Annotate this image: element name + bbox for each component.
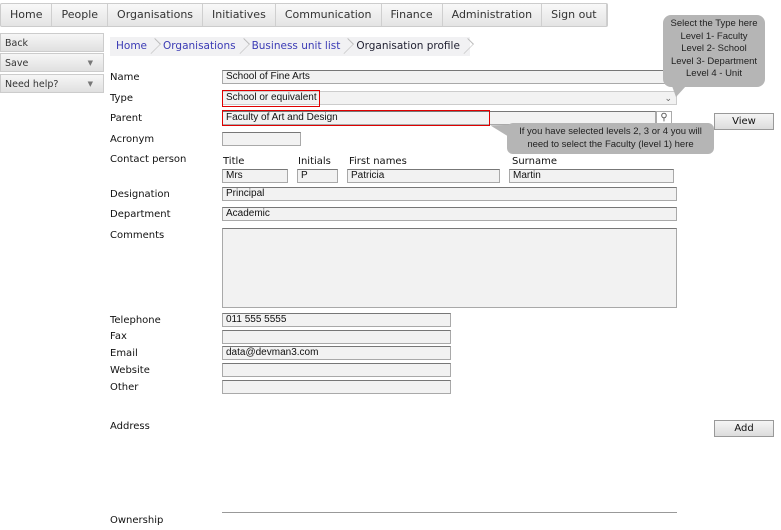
tip-line: Level 4 - Unit [686, 68, 742, 79]
type-tooltip: Select the Type here Level 1- Faculty Le… [663, 15, 765, 87]
name-input[interactable]: School of Fine Arts [222, 70, 677, 84]
save-menu-button[interactable]: Save ▼ [0, 53, 104, 72]
other-label: Other [110, 382, 139, 393]
tip-line: Level 3- Department [670, 55, 758, 67]
nav-finance[interactable]: Finance [382, 4, 443, 26]
nav-communication[interactable]: Communication [276, 4, 382, 26]
comments-label: Comments [110, 230, 165, 241]
acronym-input[interactable] [222, 132, 301, 146]
caret-down-icon: ▼ [87, 59, 93, 67]
first-names-label: First names [349, 156, 407, 167]
title-input[interactable]: Mrs [222, 169, 288, 183]
fax-label: Fax [110, 331, 127, 342]
back-button[interactable]: Back [0, 33, 104, 52]
parent-tooltip: If you have selected levels 2, 3 or 4 yo… [507, 123, 714, 154]
designation-label: Designation [110, 189, 170, 200]
divider [222, 512, 677, 513]
caret-down-icon: ▼ [87, 80, 93, 88]
nav-sign-out[interactable]: Sign out [542, 4, 607, 26]
tip-line: Level 1- Faculty [680, 30, 748, 42]
website-input[interactable] [222, 363, 451, 377]
view-button[interactable]: View [714, 113, 774, 130]
initials-input[interactable]: P [297, 169, 338, 183]
breadcrumb-organisation-profile: Organisation profile [350, 37, 470, 56]
department-input[interactable]: Academic [222, 207, 677, 221]
telephone-input[interactable]: 011 555 5555 [222, 313, 451, 327]
back-label: Back [5, 38, 29, 49]
tip-line: Select the Type here [670, 18, 758, 29]
type-select[interactable]: School or equivalent ⌄ [222, 90, 677, 107]
acronym-label: Acronym [110, 134, 155, 145]
add-address-button[interactable]: Add [714, 420, 774, 437]
parent-label: Parent [110, 113, 143, 124]
contact-person-label: Contact person [110, 154, 187, 165]
initials-label: Initials [298, 156, 331, 167]
breadcrumb-home[interactable]: Home [110, 37, 157, 56]
ownership-label: Ownership [110, 515, 164, 526]
breadcrumb-organisations[interactable]: Organisations [157, 37, 246, 56]
telephone-label: Telephone [110, 315, 161, 326]
nav-home[interactable]: Home [1, 4, 53, 26]
surname-label: Surname [512, 156, 557, 167]
parent-highlight [222, 110, 490, 126]
email-input[interactable]: data@devman3.com [222, 346, 451, 360]
chevron-down-icon: ⌄ [664, 93, 672, 103]
type-label: Type [110, 93, 133, 104]
nav-initiatives[interactable]: Initiatives [203, 4, 276, 26]
nav-people[interactable]: People [52, 4, 109, 26]
email-label: Email [110, 348, 138, 359]
title-label: Title [223, 156, 245, 167]
help-label: Need help? [5, 79, 59, 90]
nav-organisations[interactable]: Organisations [108, 4, 204, 26]
other-input[interactable] [222, 380, 451, 394]
designation-input[interactable]: Principal [222, 187, 677, 201]
type-value: School or equivalent [222, 90, 320, 107]
breadcrumb-business-unit-list[interactable]: Business unit list [246, 37, 351, 56]
tip-line: need to select the Faculty (level 1) her… [527, 138, 694, 150]
nav-administration[interactable]: Administration [443, 4, 543, 26]
name-label: Name [110, 72, 140, 83]
tooltip-pointer [672, 86, 686, 97]
save-label: Save [5, 58, 29, 69]
address-label: Address [110, 421, 150, 432]
need-help-menu-button[interactable]: Need help? ▼ [0, 74, 104, 93]
department-label: Department [110, 209, 171, 220]
surname-input[interactable]: Martin [509, 169, 674, 183]
tip-line: Level 2- School [681, 43, 747, 54]
first-names-input[interactable]: Patricia [347, 169, 500, 183]
comments-textarea[interactable] [222, 228, 677, 308]
tip-line: If you have selected levels 2, 3 or 4 yo… [519, 126, 702, 137]
breadcrumb: Home Organisations Business unit list Or… [110, 37, 470, 56]
website-label: Website [110, 365, 150, 376]
main-nav: Home People Organisations Initiatives Co… [0, 3, 608, 27]
fax-input[interactable] [222, 330, 451, 344]
